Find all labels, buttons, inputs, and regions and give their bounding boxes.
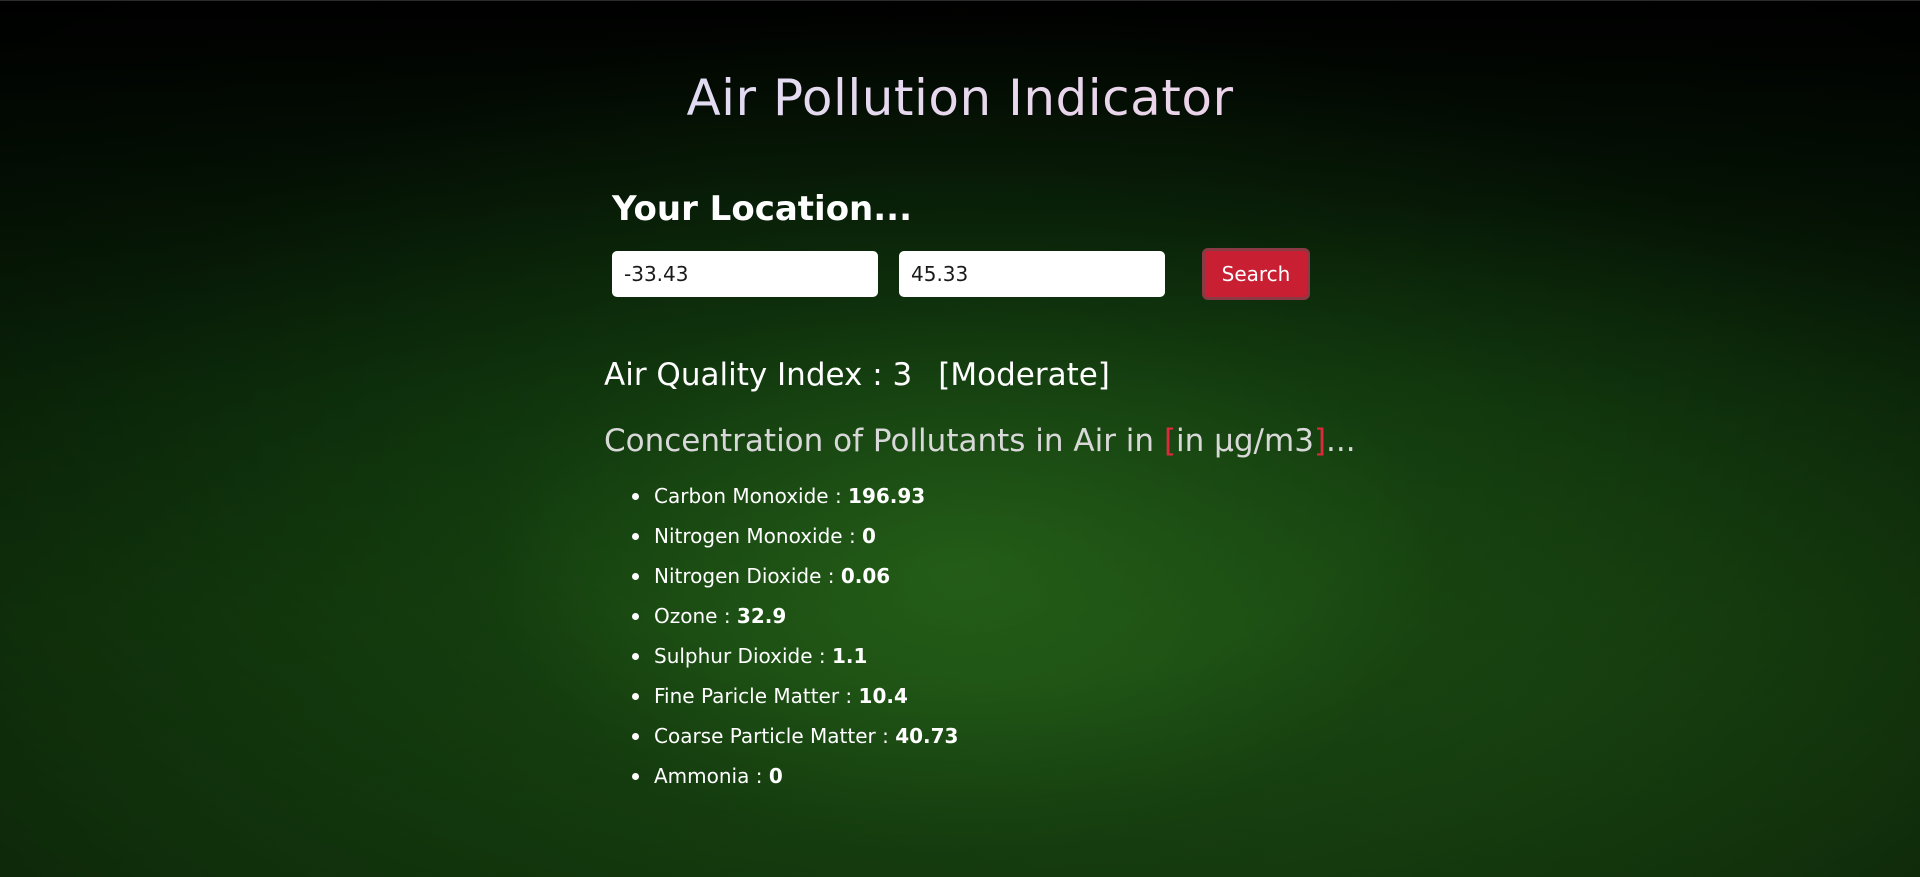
page-title: Air Pollution Indicator xyxy=(0,66,1920,130)
pollutant-value: 196.93 xyxy=(848,484,926,508)
pollutant-label: Carbon Monoxide : xyxy=(654,484,849,508)
pollutant-item-nitrogen-dioxide: Nitrogen Dioxide : 0.06 xyxy=(631,556,958,596)
search-button[interactable]: Search xyxy=(1202,248,1310,300)
pollutant-item-sulphur-dioxide: Sulphur Dioxide : 1.1 xyxy=(631,636,958,676)
pollutant-label: Coarse Particle Matter : xyxy=(654,724,896,748)
unit-bracket-close: ] xyxy=(1313,423,1327,459)
pollutant-value: 0 xyxy=(768,764,783,788)
concentration-heading-prefix: Concentration of Pollutants in Air in xyxy=(604,423,1164,459)
pollutant-item-coarse-particle-matter: Coarse Particle Matter : 40.73 xyxy=(631,716,959,756)
pollutant-value: 1.1 xyxy=(831,644,868,668)
pollutant-item-fine-particle-matter: Fine Paricle Matter : 10.4 xyxy=(631,676,958,716)
aqi-label: Air Quality Index : 3 xyxy=(604,357,913,393)
concentration-heading-suffix: ... xyxy=(1326,423,1356,459)
longitude-input[interactable] xyxy=(899,251,1165,297)
pollutant-label: Sulphur Dioxide : xyxy=(654,644,832,668)
top-border xyxy=(0,0,1920,1)
pollutant-item-ammonia: Ammonia : 0 xyxy=(631,756,958,796)
unit-bracket-open: [ xyxy=(1163,423,1177,459)
pollutant-value: 0.06 xyxy=(840,564,891,588)
pollutant-value: 0 xyxy=(862,524,876,548)
air-quality-index: Air Quality Index : 3 [Moderate] xyxy=(604,353,1110,397)
latitude-input[interactable] xyxy=(612,251,878,297)
pollutant-list: Carbon Monoxide : 196.93 Nitrogen Monoxi… xyxy=(604,476,958,796)
pollutant-value: 10.4 xyxy=(858,684,908,708)
pollutant-value: 40.73 xyxy=(895,724,959,748)
unit-text: in µg/m3 xyxy=(1176,423,1314,459)
pollutant-item-nitrogen-monoxide: Nitrogen Monoxide : 0 xyxy=(631,516,958,556)
concentration-heading: Concentration of Pollutants in Air in [i… xyxy=(604,419,1356,463)
aqi-category: [Moderate] xyxy=(938,357,1110,393)
pollutant-label: Ammonia : xyxy=(654,764,769,788)
location-heading: Your Location... xyxy=(612,189,913,229)
pollutant-label: Nitrogen Monoxide : xyxy=(654,524,863,548)
pollutant-label: Ozone : xyxy=(654,604,737,628)
pollutant-label: Fine Paricle Matter : xyxy=(654,684,859,708)
pollutant-item-ozone: Ozone : 32.9 xyxy=(631,596,958,636)
pollutant-label: Nitrogen Dioxide : xyxy=(654,564,841,588)
pollutant-item-carbon-monoxide: Carbon Monoxide : 196.93 xyxy=(631,476,958,516)
pollutant-value: 32.9 xyxy=(736,604,787,628)
